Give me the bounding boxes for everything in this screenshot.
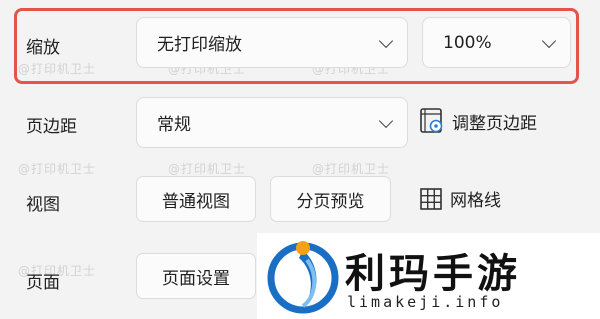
logo-url: limakeji.info bbox=[347, 293, 504, 311]
normal-view-button[interactable]: 普通视图 bbox=[136, 176, 256, 222]
adjust-margins-label: 调整页边距 bbox=[452, 113, 537, 134]
gridlines-toggle[interactable]: 网格线 bbox=[420, 186, 501, 211]
margins-value: 常规 bbox=[157, 115, 191, 135]
page-margins-icon bbox=[420, 108, 443, 133]
page-setup-button[interactable]: 页面设置 bbox=[136, 253, 256, 299]
logo-emblem-icon bbox=[267, 241, 339, 314]
page-label: 页面 bbox=[26, 273, 60, 293]
watermark: @打印机卫士 bbox=[312, 162, 391, 176]
chevron-down-icon bbox=[541, 33, 557, 48]
adjust-margins-button[interactable]: 调整页边距 bbox=[420, 108, 537, 134]
zoom-label: 缩放 bbox=[26, 38, 60, 58]
chevron-down-icon bbox=[378, 113, 394, 128]
watermark: @打印机卫士 bbox=[168, 162, 247, 176]
zoom-scale-select[interactable]: 无打印缩放 bbox=[136, 17, 408, 68]
zoom-scale-value: 无打印缩放 bbox=[157, 35, 242, 55]
site-logo-overlay: 利玛手游 limakeji.info bbox=[257, 233, 600, 319]
logo-title: 利玛手游 bbox=[345, 251, 521, 297]
margins-select[interactable]: 常规 bbox=[136, 97, 408, 148]
page-break-preview-button[interactable]: 分页预览 bbox=[270, 176, 391, 222]
watermark: @打印机卫士 bbox=[18, 162, 97, 176]
chevron-down-icon bbox=[378, 33, 394, 48]
gridlines-label: 网格线 bbox=[450, 191, 501, 211]
margins-label: 页边距 bbox=[26, 117, 77, 137]
grid-icon bbox=[420, 187, 442, 210]
zoom-percent-select[interactable]: 100% bbox=[422, 17, 571, 68]
view-label: 视图 bbox=[26, 195, 60, 215]
zoom-percent-value: 100% bbox=[443, 32, 492, 53]
